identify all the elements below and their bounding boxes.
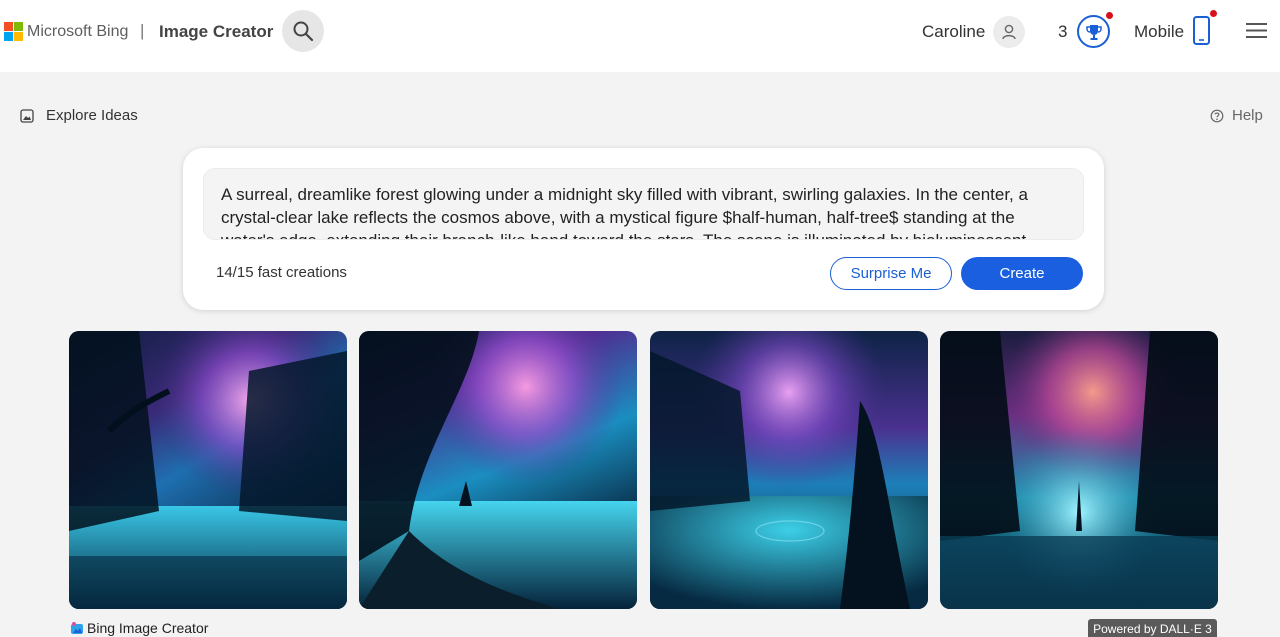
fast-creations-counter: 14/15 fast creations: [216, 264, 347, 281]
avatar[interactable]: [993, 16, 1025, 48]
dalle-badge: Powered by DALL·E 3: [1088, 619, 1217, 637]
trophy-icon: [1085, 24, 1102, 40]
prompt-input[interactable]: A surreal, dreamlike forest glowing unde…: [203, 168, 1084, 240]
microsoft-logo-icon: [4, 22, 23, 41]
app-title[interactable]: Image Creator: [159, 22, 273, 42]
surprise-me-button[interactable]: Surprise Me: [830, 257, 952, 290]
brand-name: Microsoft Bing: [27, 22, 129, 40]
image-icon: [20, 108, 34, 123]
bing-logo[interactable]: Microsoft Bing: [4, 22, 128, 41]
generated-image-3[interactable]: [650, 331, 928, 609]
help-label: Help: [1232, 107, 1263, 124]
rewards-button[interactable]: [1077, 15, 1110, 48]
create-button[interactable]: Create: [961, 257, 1083, 290]
reward-count[interactable]: 3: [1058, 22, 1067, 42]
generated-image-2[interactable]: [359, 331, 637, 609]
rewards-notification-dot: [1106, 12, 1113, 19]
search-icon: [293, 21, 314, 42]
generated-image-4[interactable]: [940, 331, 1218, 609]
mobile-notification-dot: [1210, 10, 1217, 17]
search-button[interactable]: [282, 10, 324, 52]
brand-separator: |: [140, 21, 145, 40]
explore-ideas-label: Explore Ideas: [46, 107, 138, 124]
mobile-button[interactable]: [1192, 15, 1212, 51]
hamburger-icon: [1246, 23, 1267, 38]
menu-button[interactable]: [1245, 22, 1268, 44]
prompt-card: A surreal, dreamlike forest glowing unde…: [183, 148, 1104, 310]
help-link[interactable]: Help: [1210, 107, 1263, 124]
footer-app-label[interactable]: Bing Image Creator: [70, 620, 208, 636]
explore-ideas-link[interactable]: Explore Ideas: [20, 107, 138, 124]
image-creator-icon: [71, 622, 83, 634]
user-name[interactable]: Caroline: [922, 22, 985, 42]
phone-icon: [1193, 16, 1210, 45]
footer-app-name: Bing Image Creator: [87, 620, 209, 636]
generated-image-1[interactable]: [69, 331, 347, 609]
top-bar: Microsoft Bing | Image Creator Caroline …: [0, 0, 1280, 72]
help-circle-icon: [1210, 109, 1224, 122]
mobile-label[interactable]: Mobile: [1134, 22, 1184, 42]
user-icon: [1002, 24, 1016, 40]
